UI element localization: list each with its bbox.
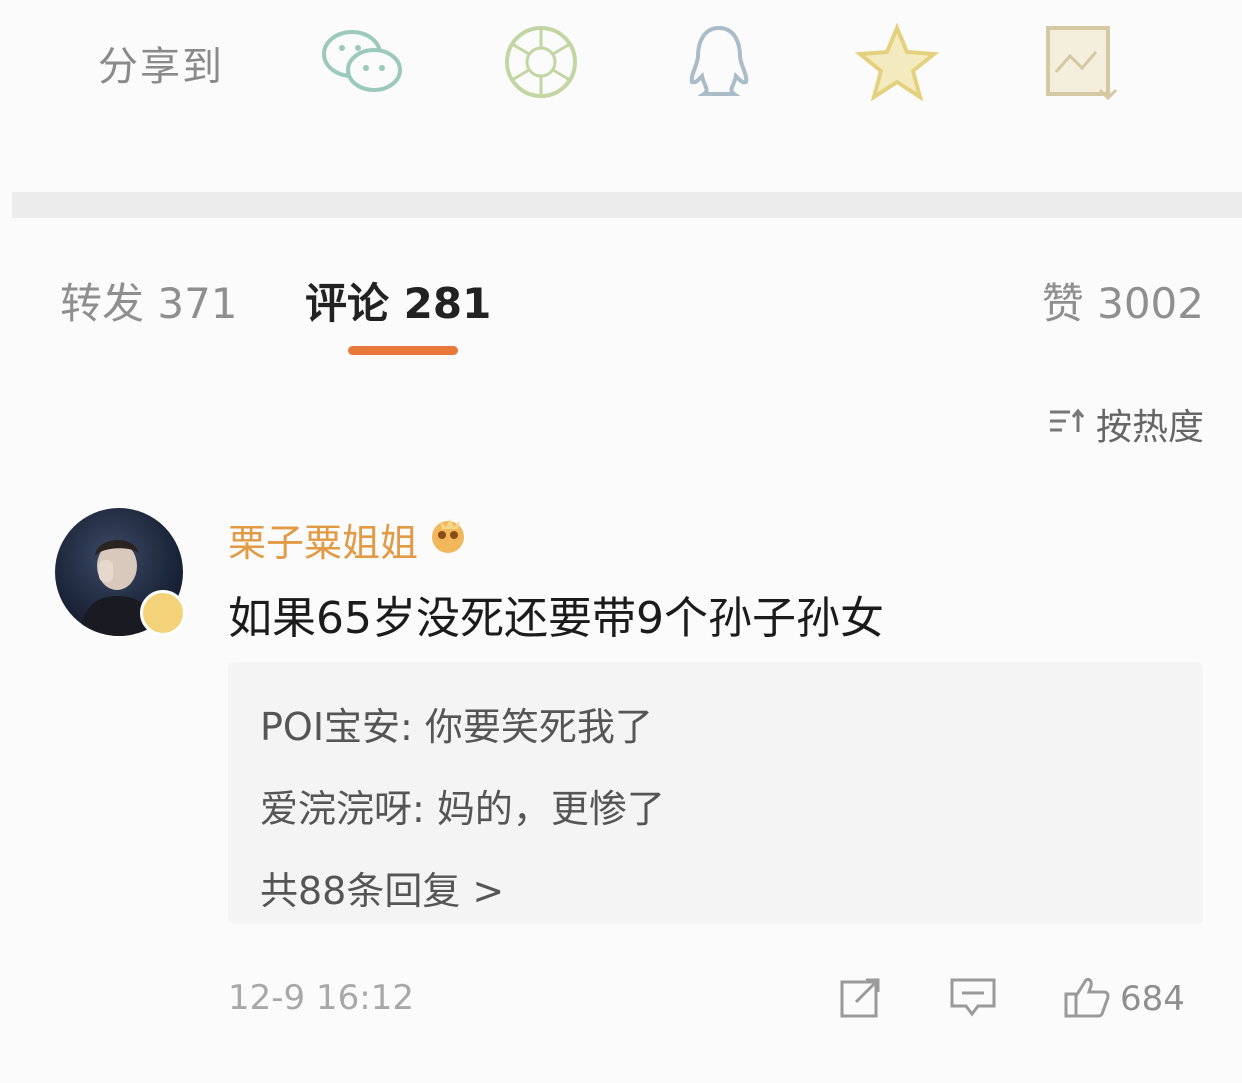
share-bar: 分享到 xyxy=(0,0,1242,190)
comment-bubble-icon xyxy=(948,974,998,1024)
comment-time: 12-9 16:12 xyxy=(228,978,414,1018)
sort-icon xyxy=(1048,404,1086,445)
tab-repost[interactable]: 转发 371 xyxy=(60,270,238,331)
reply-item[interactable]: 爱浣浣呀: 妈的，更惨了 xyxy=(260,778,665,833)
qq-icon[interactable] xyxy=(674,22,764,102)
tab-bar: 转发 371 评论 281 赞 3002 xyxy=(0,218,1242,378)
wechat-icon[interactable] xyxy=(318,22,408,102)
like-count: 684 xyxy=(1120,979,1185,1019)
more-replies-link[interactable]: 共88条回复 > xyxy=(260,860,504,915)
share-label: 分享到 xyxy=(98,44,224,90)
share-out-icon xyxy=(838,974,884,1024)
comment-username[interactable]: 栗子粟姐姐 xyxy=(228,512,474,567)
save-image-icon[interactable] xyxy=(1036,22,1126,102)
comment-footer: 12-9 16:12 684 xyxy=(228,976,1208,1026)
like-button[interactable]: 684 xyxy=(1062,976,1185,1022)
sort-label: 按热度 xyxy=(1095,407,1204,448)
vip-crown-icon xyxy=(426,515,474,564)
reply-button[interactable] xyxy=(948,976,998,1022)
reply-box[interactable]: POI宝安: 你要笑死我了 爱浣浣呀: 妈的，更惨了 共88条回复 > xyxy=(228,662,1203,924)
repost-button[interactable] xyxy=(838,976,884,1022)
sort-toggle[interactable]: 按热度 xyxy=(1048,398,1204,450)
verified-badge-icon xyxy=(140,590,186,636)
tab-likes[interactable]: 赞 3002 xyxy=(1042,270,1204,331)
moments-icon[interactable] xyxy=(496,22,586,102)
thumbs-up-icon xyxy=(1062,974,1112,1024)
qzone-icon[interactable] xyxy=(852,22,942,102)
tab-comments[interactable]: 评论 281 xyxy=(305,270,491,331)
tab-active-indicator xyxy=(348,346,458,355)
comment-text: 如果65岁没死还要带9个孙子孙女 xyxy=(228,593,884,644)
username-text: 栗子粟姐姐 xyxy=(228,521,419,565)
reply-item[interactable]: POI宝安: 你要笑死我了 xyxy=(260,696,653,751)
section-divider xyxy=(12,192,1242,218)
